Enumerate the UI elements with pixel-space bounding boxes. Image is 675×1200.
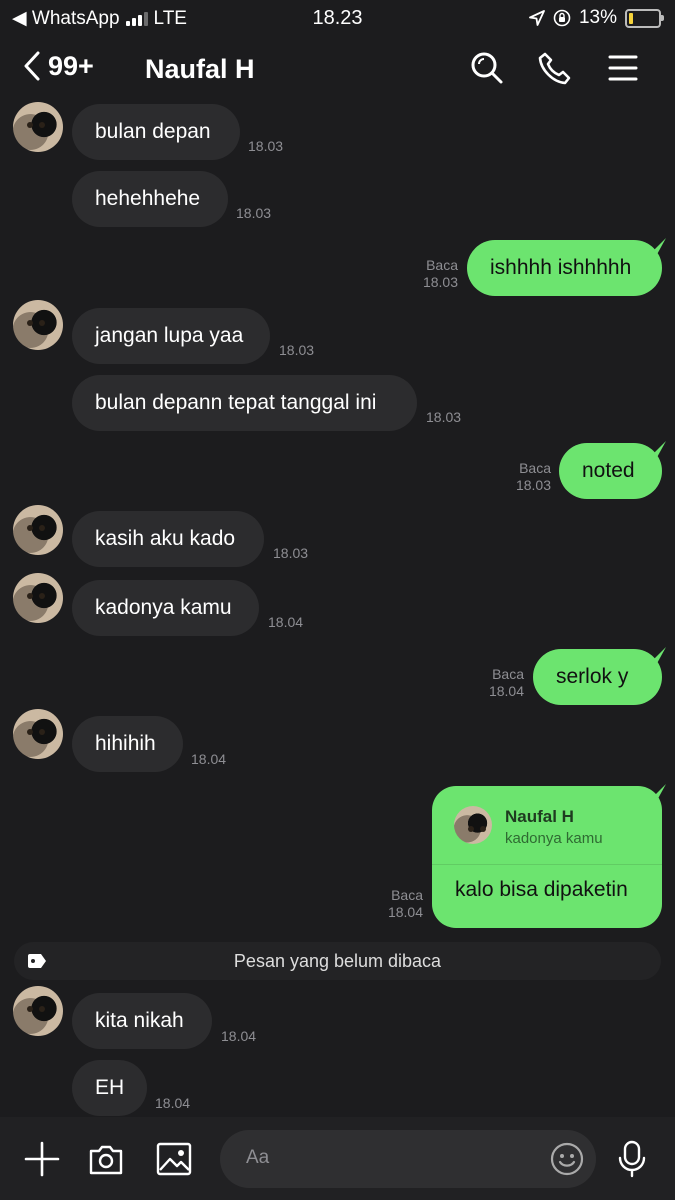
message-bubble[interactable]: EH [72,1060,147,1116]
message-text: noted [582,459,635,482]
plus-icon [24,1141,60,1177]
menu-button[interactable] [605,50,641,86]
message-time: 18.03 [248,138,284,154]
message-time: 18.03 [273,545,309,561]
contact-avatar[interactable] [13,986,63,1036]
message-bubble[interactable]: hehehhehe [72,171,228,227]
message-time: 18.03 [422,274,458,290]
message-input[interactable]: Aa [220,1130,596,1188]
message-text: kalo bisa dipaketin [455,878,628,901]
message-time: 18.04 [191,751,227,767]
unread-divider-label: Pesan yang belum dibaca [233,951,442,971]
call-button[interactable] [537,50,573,86]
unread-count: 99+ [48,50,94,81]
message-time: 18.03 [236,205,272,221]
read-label: Baca [391,887,423,903]
contact-avatar[interactable] [13,300,63,350]
contact-avatar[interactable] [13,709,63,759]
message-time: 18.03 [279,342,315,358]
read-receipt: Baca 18.03 [423,257,458,291]
quoted-name: Naufal H [505,807,574,826]
read-receipt: Baca 18.03 [516,460,551,494]
message-bubble[interactable]: kadonya kamu [72,580,259,636]
message-bubble[interactable]: bulan depann tepat tanggal ini [72,375,417,431]
message-time: 18.04 [387,904,423,920]
contact-name[interactable]: Naufal H [145,54,255,85]
message-input-placeholder: Aa [246,1147,270,1168]
phone-icon [538,52,571,85]
voice-button[interactable] [612,1139,652,1179]
contact-avatar[interactable] [13,505,63,555]
read-label: Baca [426,257,458,273]
quoted-message[interactable]: Naufal H kadonya kamu [432,786,662,865]
message-bubble[interactable]: hihihih [72,716,183,772]
camera-icon [89,1145,123,1175]
contact-avatar[interactable] [13,573,63,623]
chevron-left-icon [24,51,40,81]
battery-percent: 13% [578,7,617,28]
message-time: 18.03 [426,409,462,425]
reply-message-bubble[interactable]: Naufal H kadonya kamu kalo bisa dipaketi… [432,784,666,928]
quoted-avatar [454,806,492,844]
contact-avatar[interactable] [13,102,63,152]
read-label: Baca [519,460,551,476]
message-time: 18.04 [488,683,524,699]
message-bubble[interactable]: ishhhh ishhhhh [467,238,666,296]
message-time: 18.04 [221,1028,257,1044]
quoted-text: kadonya kamu [505,830,603,847]
status-bar: ◀ WhatsApp LTE 18.23 13% [0,0,675,36]
message-text: serlok y [556,665,629,688]
emoji-icon[interactable] [550,1142,584,1176]
add-button[interactable] [22,1139,62,1179]
search-icon [471,52,503,84]
unread-divider: Pesan yang belum dibaca [14,942,661,980]
message-bubble[interactable]: kasih aku kado [72,511,264,567]
message-bubble[interactable]: kita nikah [72,993,212,1049]
chat-header: 99+ Naufal H [0,36,675,102]
menu-icon [608,55,638,81]
orientation-lock-icon [553,9,571,27]
message-bubble[interactable]: jangan lupa yaa [72,308,270,364]
message-text: ishhhh ishhhhh [490,256,632,279]
message-bubble[interactable]: noted [559,441,666,499]
message-time: 18.03 [515,477,551,493]
back-button[interactable]: 99+ [22,50,94,82]
tag-icon [28,954,46,968]
message-time: 18.04 [268,614,304,630]
message-bubble[interactable]: bulan depan [72,104,240,160]
message-list[interactable]: bulan depan 18.03 hehehhehe 18.03 Baca 1… [0,102,675,1117]
battery-icon [625,8,664,28]
search-button[interactable] [469,50,505,86]
microphone-icon [618,1140,646,1178]
message-bubble[interactable]: serlok y [533,647,666,705]
location-icon [529,10,545,26]
status-right: 13% [529,7,664,29]
read-receipt: Baca 18.04 [489,666,524,700]
message-time: 18.04 [155,1095,191,1111]
image-icon [156,1142,192,1176]
composer-bar: Aa [0,1117,675,1200]
header-actions [469,50,641,86]
read-receipt: Baca 18.04 [388,887,423,921]
gallery-button[interactable] [154,1139,194,1179]
camera-button[interactable] [86,1139,126,1179]
read-label: Baca [492,666,524,682]
